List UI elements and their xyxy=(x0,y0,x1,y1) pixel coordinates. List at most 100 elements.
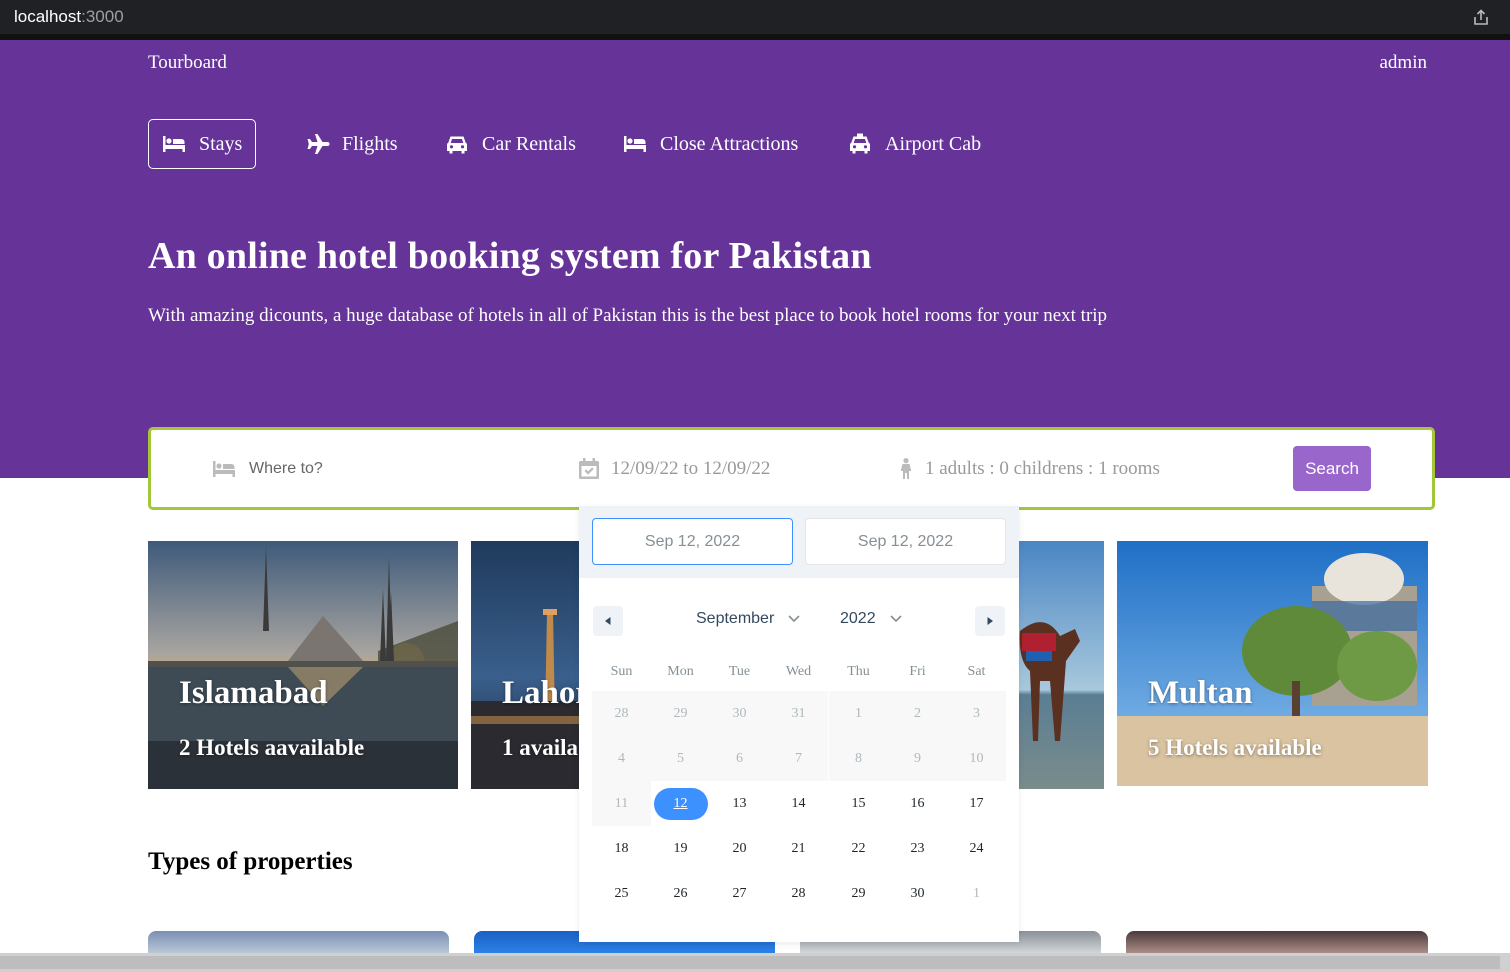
start-date-input[interactable]: Sep 12, 2022 xyxy=(592,518,793,565)
bed-icon xyxy=(624,136,646,152)
weekday-label: Sat xyxy=(967,664,986,679)
month-label: September xyxy=(696,610,775,627)
scrollbar-thumb[interactable] xyxy=(0,956,1500,969)
destination-input[interactable] xyxy=(249,459,499,478)
month-select[interactable]: September xyxy=(696,610,800,628)
year-label: 2022 xyxy=(840,610,876,627)
caret-left-icon xyxy=(605,617,611,625)
calendar-day: 28 xyxy=(592,691,651,736)
weekday-label: Fri xyxy=(909,664,926,679)
picker-inputs: Sep 12, 2022 Sep 12, 2022 xyxy=(579,506,1019,578)
nav-close-attractions[interactable]: Close Attractions xyxy=(622,119,798,169)
hero-header: Tourboard admin Stays Flights Car Rental… xyxy=(0,40,1510,478)
user-name[interactable]: admin xyxy=(1380,52,1428,74)
property-type-card[interactable] xyxy=(1126,931,1428,955)
calendar-day[interactable]: 19 xyxy=(651,826,710,871)
nav-flights[interactable]: Flights xyxy=(304,119,398,169)
calendar-day: 9 xyxy=(888,736,947,781)
nav-airport-cab[interactable]: Airport Cab xyxy=(847,119,981,169)
share-icon[interactable] xyxy=(1472,8,1490,26)
city-name: Lahor xyxy=(502,675,591,711)
calendar-day[interactable]: 29 xyxy=(829,871,888,916)
browser-address-bar: localhost:3000 xyxy=(0,0,1510,34)
weekday-label: Tue xyxy=(728,664,751,679)
search-bar: 12/09/22 to 12/09/22 1 adults : 0 childr… xyxy=(148,427,1435,510)
calendar-day: 6 xyxy=(710,736,769,781)
calendar-day[interactable]: 18 xyxy=(592,826,651,871)
calendar-day[interactable]: 25 xyxy=(592,871,651,916)
calendar-day: 31 xyxy=(769,691,828,736)
url-host: localhost xyxy=(14,7,82,26)
calendar-day[interactable]: 20 xyxy=(710,826,769,871)
property-type-card[interactable] xyxy=(148,931,449,955)
taxi-icon xyxy=(850,133,870,154)
calendar-day[interactable]: 15 xyxy=(829,781,888,826)
date-range-field[interactable]: 12/09/22 to 12/09/22 xyxy=(579,430,770,507)
calendar-day: 8 xyxy=(829,736,888,781)
brand-logo[interactable]: Tourboard xyxy=(148,52,227,74)
section-title: Types of properties xyxy=(148,848,353,875)
page-subtitle: With amazing dicounts, a huge database o… xyxy=(148,305,1108,326)
calendar-day: 3 xyxy=(947,691,1006,736)
calendar-day[interactable]: 27 xyxy=(710,871,769,916)
selected-day-label: 12 xyxy=(653,787,708,820)
calendar-day[interactable]: 26 xyxy=(651,871,710,916)
calendar-day[interactable]: 24 xyxy=(947,826,1006,871)
plane-icon xyxy=(307,134,330,154)
next-month-button[interactable] xyxy=(975,606,1005,636)
year-select[interactable]: 2022 xyxy=(840,610,902,628)
nav-label: Close Attractions xyxy=(660,132,799,155)
url-field[interactable]: localhost:3000 xyxy=(14,7,124,27)
chevron-down-icon xyxy=(890,615,902,623)
calendar-day[interactable]: 13 xyxy=(710,781,769,826)
calendar-check-icon xyxy=(579,458,599,479)
calendar-day: 30 xyxy=(710,691,769,736)
nav-label: Airport Cab xyxy=(885,132,982,155)
city-card-islamabad[interactable]: Islamabad 2 Hotels aavailable xyxy=(148,541,458,789)
caret-right-icon xyxy=(987,617,993,625)
nav-stays[interactable]: Stays xyxy=(148,119,257,169)
chevron-down-icon xyxy=(788,615,800,623)
url-port: :3000 xyxy=(81,7,124,26)
weekday-label: Sun xyxy=(610,664,633,679)
calendar-day: 29 xyxy=(651,691,710,736)
date-range-text: 12/09/22 to 12/09/22 xyxy=(611,457,771,479)
date-range-picker: Sep 12, 2022 Sep 12, 2022 September 2022… xyxy=(579,506,1019,942)
horizontal-scrollbar[interactable] xyxy=(0,953,1510,972)
end-date-input[interactable]: Sep 12, 2022 xyxy=(805,518,1006,565)
city-hotel-count: 1 availa xyxy=(502,735,579,760)
calendar-day[interactable]: 14 xyxy=(769,781,828,826)
calendar-day[interactable]: 23 xyxy=(888,826,947,871)
calendar-day: 11 xyxy=(592,781,651,826)
calendar-day[interactable]: 28 xyxy=(769,871,828,916)
page-title: An online hotel booking system for Pakis… xyxy=(148,235,872,277)
nav-car-rentals[interactable]: Car Rentals xyxy=(444,119,576,169)
calendar-day[interactable]: 22 xyxy=(829,826,888,871)
calendar-day: 1 xyxy=(829,691,888,736)
nav-label: Flights xyxy=(342,132,398,155)
calendar-day[interactable]: 17 xyxy=(947,781,1006,826)
calendar-day[interactable]: 30 xyxy=(888,871,947,916)
person-icon xyxy=(900,458,912,479)
city-hotel-count: 2 Hotels aavailable xyxy=(179,735,365,760)
car-icon xyxy=(447,136,467,154)
city-name: Multan xyxy=(1148,675,1253,711)
calendar-day: 4 xyxy=(592,736,651,781)
weekday-label: Mon xyxy=(667,664,694,679)
destination-field[interactable] xyxy=(211,430,499,507)
calendar-day: 5 xyxy=(651,736,710,781)
weekday-label: Wed xyxy=(785,664,812,679)
bed-icon xyxy=(163,136,185,152)
calendar-day[interactable]: 16 xyxy=(888,781,947,826)
prev-month-button[interactable] xyxy=(593,606,623,636)
calendar-day: 2 xyxy=(888,691,947,736)
guests-text: 1 adults : 0 childrens : 1 rooms xyxy=(925,457,1160,479)
calendar-day[interactable]: 21 xyxy=(769,826,828,871)
city-hotel-count: 5 Hotels available xyxy=(1148,735,1322,760)
guests-field[interactable]: 1 adults : 0 childrens : 1 rooms xyxy=(899,430,1160,507)
calendar-day[interactable]: 1 xyxy=(947,871,1006,916)
city-card-multan[interactable]: Multan 5 Hotels available xyxy=(1117,541,1428,786)
search-button[interactable]: Search xyxy=(1293,446,1371,491)
calendar-day-selected[interactable]: 12 xyxy=(651,781,710,826)
calendar-day: 10 xyxy=(947,736,1006,781)
